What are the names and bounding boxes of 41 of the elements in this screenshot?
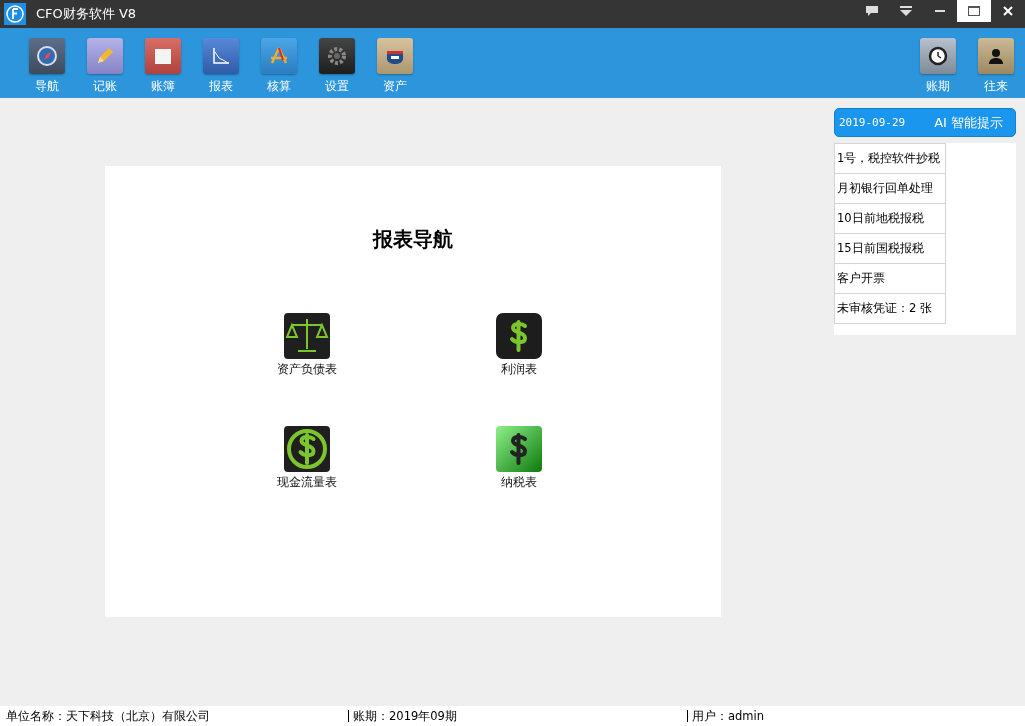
tip-item[interactable]: 15日前国税报税 xyxy=(834,234,946,264)
tip-item[interactable]: 10日前地税报税 xyxy=(834,204,946,234)
report-label[interactable]: 纳税表 xyxy=(501,474,537,491)
company-name: 单位名称：天下科技（北京）有限公司 xyxy=(6,708,211,724)
notepad-icon xyxy=(153,46,173,66)
compass-icon xyxy=(36,45,58,67)
toolbar-tile[interactable] xyxy=(203,38,239,74)
tip-item[interactable]: 客户开票 xyxy=(834,264,946,294)
toolbar-tile[interactable] xyxy=(920,38,956,74)
toolbar-tile[interactable] xyxy=(377,38,413,74)
report-label[interactable]: 利润表 xyxy=(501,361,537,378)
scales-icon[interactable] xyxy=(284,313,330,359)
dropdown-icon[interactable] xyxy=(900,6,912,16)
toolbar-tile[interactable] xyxy=(261,38,297,74)
maximize-icon[interactable] xyxy=(968,6,980,16)
tip-item[interactable]: 月初银行回单处理 xyxy=(834,174,946,204)
logo-icon xyxy=(4,3,26,25)
date-text: 2019-09-29 xyxy=(839,116,906,129)
clock-icon xyxy=(928,46,948,66)
person-icon xyxy=(986,46,1006,66)
chat-icon[interactable] xyxy=(866,6,878,16)
tips-title: AI 智能提示 xyxy=(934,113,1004,132)
toolbar-tile[interactable] xyxy=(319,38,355,74)
toolbar-tile[interactable] xyxy=(978,38,1014,74)
toolbar-tile[interactable] xyxy=(29,38,65,74)
user-text: 用户：admin xyxy=(692,708,765,724)
toolbar-tile[interactable] xyxy=(145,38,181,74)
close-icon[interactable] xyxy=(1003,6,1013,16)
report-label[interactable]: 资产负债表 xyxy=(277,361,337,378)
dollar-icon[interactable] xyxy=(496,313,542,359)
period-text: 账期：2019年09期 xyxy=(353,708,458,724)
panel-title: 报表导航 xyxy=(373,226,453,253)
chart-icon xyxy=(211,46,231,66)
report-label[interactable]: 现金流量表 xyxy=(277,474,337,491)
dollar-icon[interactable] xyxy=(496,426,542,472)
dollar-coin-icon[interactable] xyxy=(284,426,330,472)
tip-item[interactable]: 1号，税控软件抄税 xyxy=(834,143,946,174)
tip-item[interactable]: 未审核凭证：2 张 xyxy=(834,294,946,324)
gear-icon xyxy=(326,45,348,67)
window-title: CFO财务软件 V8 xyxy=(36,5,137,23)
toolbar-tile[interactable] xyxy=(87,38,123,74)
